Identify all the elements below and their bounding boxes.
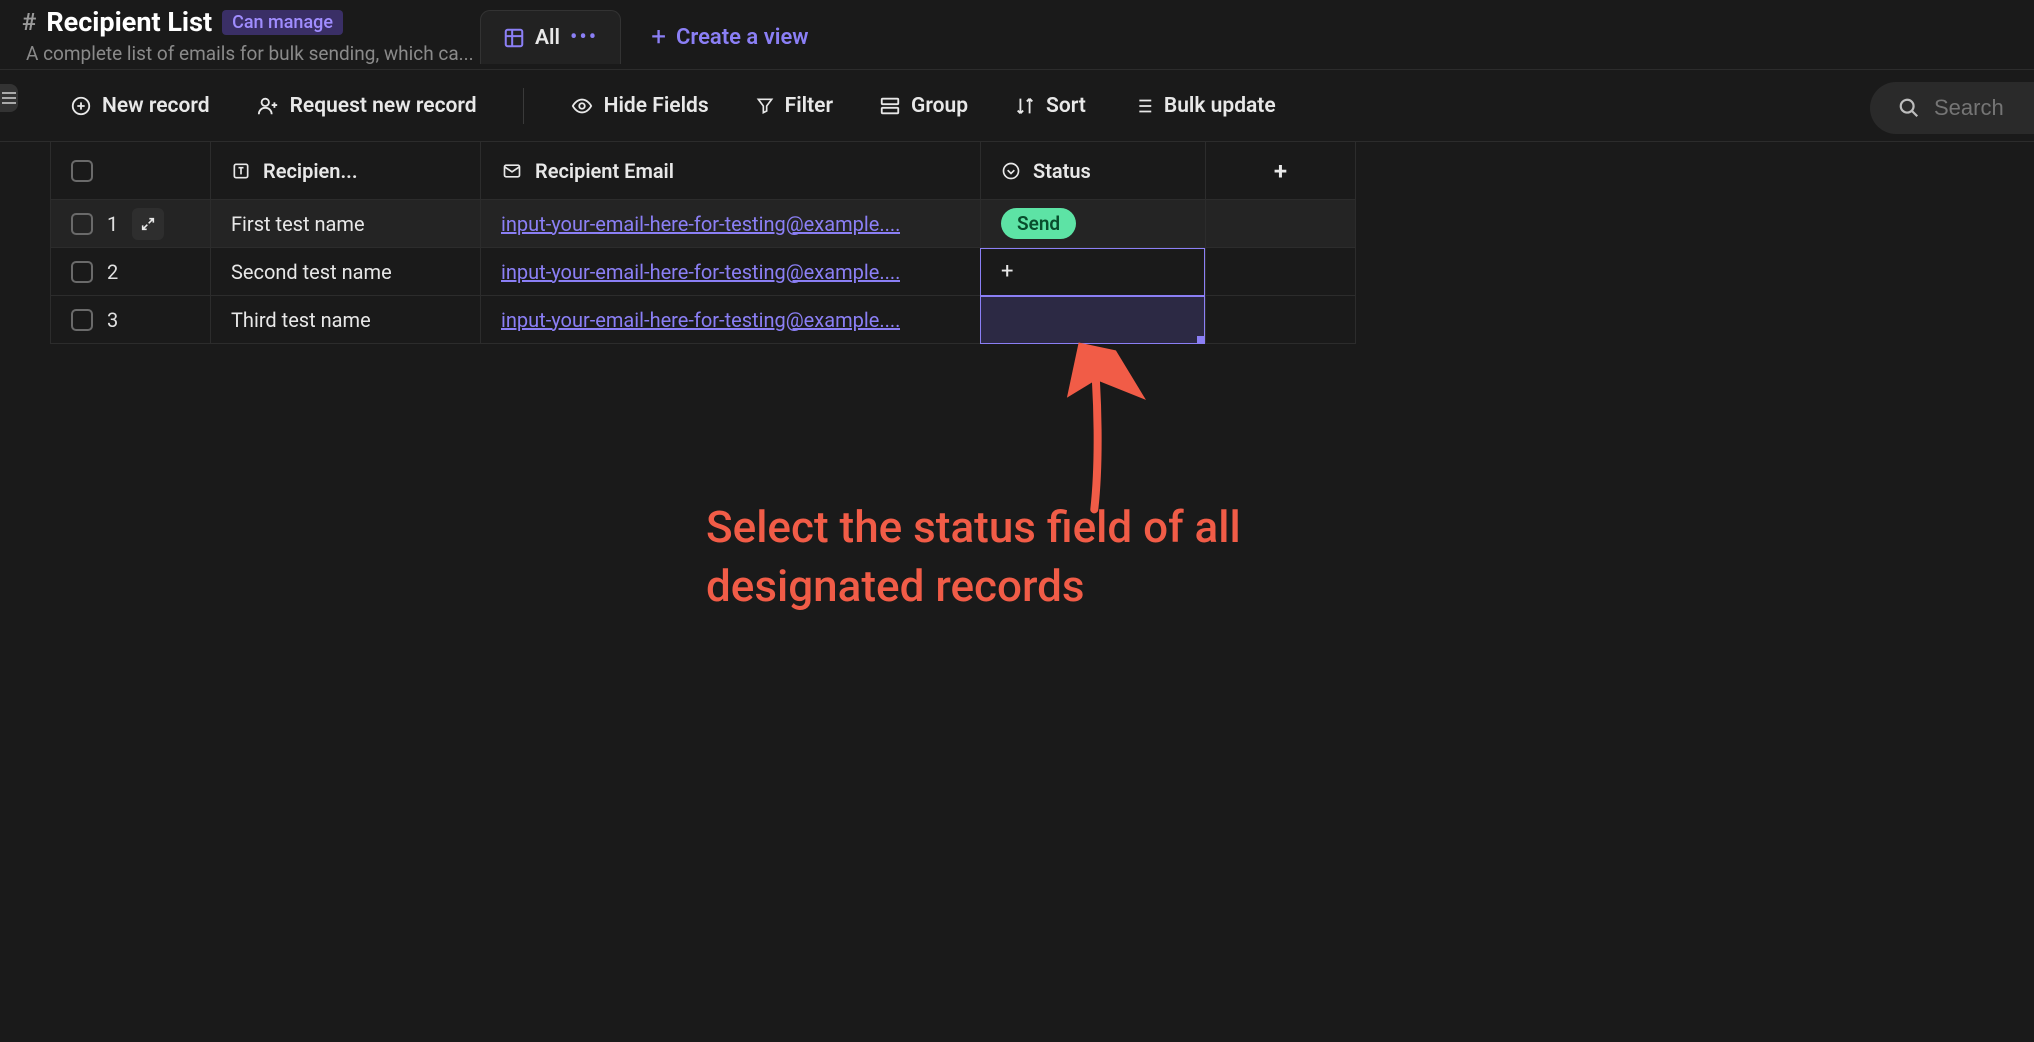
column-label: Recipient Email <box>535 159 674 183</box>
email-icon <box>501 161 523 181</box>
expand-row-button[interactable] <box>132 208 164 240</box>
eye-icon <box>570 95 594 117</box>
row-number: 3 <box>107 308 118 332</box>
page-title: Recipient List <box>46 6 212 38</box>
row-number: 1 <box>107 212 118 236</box>
hide-fields-button[interactable]: Hide Fields <box>570 94 709 118</box>
more-icon[interactable]: ••• <box>570 25 598 50</box>
page-subtitle: A complete list of emails for bulk sendi… <box>26 42 482 65</box>
toolbar: New record Request new record Hide Field… <box>0 70 2034 142</box>
tab-label: All <box>535 26 560 50</box>
header-checkbox-cell <box>51 142 211 200</box>
bulk-update-button[interactable]: Bulk update <box>1132 94 1276 118</box>
group-button[interactable]: Group <box>879 94 968 118</box>
row-checkbox[interactable] <box>71 213 93 235</box>
list-icon <box>1132 95 1154 117</box>
person-plus-icon <box>256 95 280 117</box>
cell-email[interactable]: input-your-email-here-for-testing@exampl… <box>481 248 981 296</box>
text-type-icon <box>231 161 251 181</box>
group-label: Group <box>911 94 968 118</box>
email-link[interactable]: input-your-email-here-for-testing@exampl… <box>501 260 900 284</box>
row-checkbox[interactable] <box>71 261 93 283</box>
column-label: Recipien... <box>263 159 358 183</box>
row-number-cell: 1 <box>51 200 211 248</box>
cell-status[interactable] <box>981 296 1206 344</box>
toolbar-divider <box>523 88 524 124</box>
sort-label: Sort <box>1046 94 1086 118</box>
sort-button[interactable]: Sort <box>1014 94 1086 118</box>
cell-status[interactable]: + <box>981 248 1206 296</box>
hide-fields-label: Hide Fields <box>604 94 709 118</box>
request-new-record-button[interactable]: Request new record <box>256 94 477 118</box>
annotation-text: Select the status field of all designate… <box>706 498 1241 617</box>
permission-badge[interactable]: Can manage <box>222 10 343 35</box>
search-box[interactable] <box>1870 82 2034 134</box>
new-record-button[interactable]: New record <box>70 94 210 118</box>
cell-status[interactable]: Send <box>981 200 1206 248</box>
header-left: # Recipient List Can manage A complete l… <box>22 6 482 65</box>
sort-icon <box>1014 95 1036 117</box>
data-table: Recipien... Recipient Email Status + 1 F… <box>50 142 2034 344</box>
status-badge: Send <box>1001 208 1076 239</box>
new-record-label: New record <box>102 94 210 118</box>
annotation-line-1: Select the status field of all <box>706 498 1241 557</box>
column-header-recipient-name[interactable]: Recipien... <box>211 142 481 200</box>
hash-icon: # <box>22 8 36 36</box>
cell-name[interactable]: First test name <box>211 200 481 248</box>
select-type-icon <box>1001 161 1021 181</box>
cell-name[interactable]: Third test name <box>211 296 481 344</box>
email-link[interactable]: input-your-email-here-for-testing@exampl… <box>501 308 900 332</box>
title-row: # Recipient List Can manage <box>22 6 482 38</box>
plus-circle-icon <box>70 95 92 117</box>
column-header-recipient-email[interactable]: Recipient Email <box>481 142 981 200</box>
group-icon <box>879 95 901 117</box>
cell-empty[interactable] <box>1206 296 1356 344</box>
annotation-line-2: designated records <box>706 557 1241 616</box>
add-status-button[interactable]: + <box>1001 259 1013 284</box>
filter-button[interactable]: Filter <box>755 94 833 118</box>
select-all-checkbox[interactable] <box>71 160 93 182</box>
column-header-status[interactable]: Status <box>981 142 1206 200</box>
search-input[interactable] <box>1934 95 2024 121</box>
row-number-cell: 3 <box>51 296 211 344</box>
add-column-button[interactable]: + <box>1206 142 1356 200</box>
tab-all[interactable]: All ••• <box>480 10 621 64</box>
cell-name[interactable]: Second test name <box>211 248 481 296</box>
cell-email[interactable]: input-your-email-here-for-testing@exampl… <box>481 296 981 344</box>
filter-icon <box>755 95 775 117</box>
email-link[interactable]: input-your-email-here-for-testing@exampl… <box>501 212 900 236</box>
create-view-label: Create a view <box>676 25 809 50</box>
row-number: 2 <box>107 260 118 284</box>
cell-empty[interactable] <box>1206 248 1356 296</box>
plus-icon: + <box>651 22 666 52</box>
header: # Recipient List Can manage A complete l… <box>0 0 2034 70</box>
request-new-record-label: Request new record <box>290 94 477 118</box>
search-icon <box>1898 97 1920 119</box>
grid-view-icon <box>503 27 525 49</box>
row-checkbox[interactable] <box>71 309 93 331</box>
cell-empty[interactable] <box>1206 200 1356 248</box>
filter-label: Filter <box>785 94 833 118</box>
row-number-cell: 2 <box>51 248 211 296</box>
column-label: Status <box>1033 159 1091 183</box>
view-tabs: All ••• + Create a view <box>480 10 809 64</box>
create-view-button[interactable]: + Create a view <box>651 22 808 52</box>
bulk-update-label: Bulk update <box>1164 94 1276 118</box>
plus-icon: + <box>1274 157 1287 185</box>
cell-email[interactable]: input-your-email-here-for-testing@exampl… <box>481 200 981 248</box>
